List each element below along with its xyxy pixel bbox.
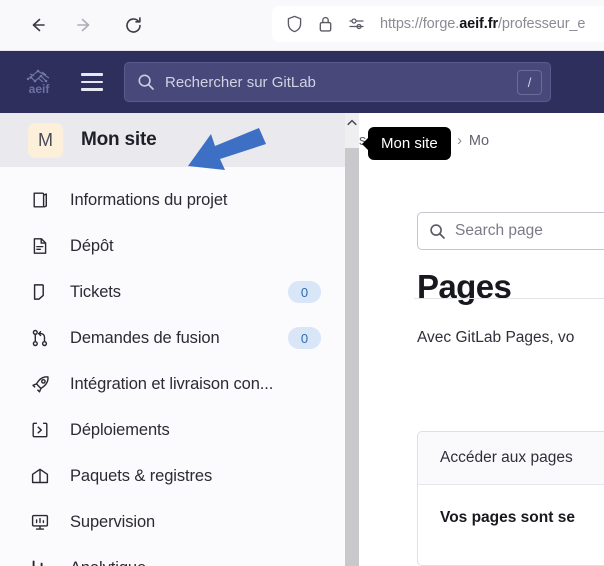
sidebar-item-label: Paquets & registres <box>70 466 213 485</box>
sidebar-scrollbar[interactable] <box>345 113 359 566</box>
sidebar-item-label: Informations du projet <box>70 190 228 209</box>
sidebar-item-merge-requests[interactable]: Demandes de fusion 0 <box>0 315 345 361</box>
chevron-up-icon <box>347 113 357 131</box>
sidebar-item-repository[interactable]: Dépôt <box>0 223 345 269</box>
scrollbar-thumb[interactable] <box>345 148 359 566</box>
sidebar-item-label: Intégration et livraison con... <box>70 374 274 393</box>
rocket-icon <box>28 372 52 396</box>
project-name: Mon site <box>81 129 157 150</box>
breadcrumb-project[interactable]: Mo <box>469 133 489 149</box>
sidebar-item-analytics[interactable]: Analytique <box>0 545 345 566</box>
global-search-input[interactable]: Rechercher sur GitLab / <box>124 62 551 102</box>
search-icon <box>429 223 446 240</box>
main-content: seur_exemple › Mo Mon site Search page P… <box>359 113 604 566</box>
sidebar-nav-list: Informations du projet Dépôt Tickets 0 D… <box>0 167 345 566</box>
sidebar-item-label: Tickets <box>70 282 121 301</box>
lock-icon[interactable] <box>315 14 335 34</box>
sidebar-project-header[interactable]: M Mon site <box>0 113 345 167</box>
repository-icon <box>28 234 52 258</box>
scrollbar-track[interactable] <box>345 130 359 148</box>
sidebar-item-monitor[interactable]: Supervision <box>0 499 345 545</box>
project-tooltip: Mon site <box>362 127 451 160</box>
monitor-icon <box>28 510 52 534</box>
scrollbar-up-button[interactable] <box>345 113 359 130</box>
page-description: Avec GitLab Pages, vo <box>417 329 575 346</box>
sidebar-item-label: Déploiements <box>70 420 170 439</box>
navigation-buttons <box>22 7 148 43</box>
url-prefix: https://forge. <box>380 16 460 32</box>
address-bar[interactable]: https://forge.aeif.fr/professeur_e <box>272 6 604 42</box>
sidebar-item-ci-cd[interactable]: Intégration et livraison con... <box>0 361 345 407</box>
back-arrow-icon <box>27 15 47 35</box>
status-badge: 0 <box>288 327 321 349</box>
global-search-placeholder: Rechercher sur GitLab <box>165 73 316 91</box>
site-permissions-icon[interactable] <box>346 14 366 34</box>
search-shortcut-badge: / <box>517 69 542 95</box>
project-avatar: M <box>28 122 63 158</box>
card-body-text: Vos pages sont se <box>440 509 575 526</box>
project-sidebar: M Mon site Informations du projet Dépôt … <box>0 113 345 566</box>
sidebar-item-label: Analytique <box>70 559 321 566</box>
search-icon <box>137 73 155 91</box>
svg-text:aeif: aeif <box>29 82 51 96</box>
url-text: https://forge.aeif.fr/professeur_e <box>380 16 585 32</box>
breadcrumb-separator: › <box>457 133 462 149</box>
reload-icon <box>123 15 144 36</box>
pages-access-card: Accéder aux pages Vos pages sont se <box>417 431 604 566</box>
gitlab-top-bar: aeif Rechercher sur GitLab / <box>0 51 604 113</box>
sidebar-item-project-information[interactable]: Informations du projet <box>0 177 345 223</box>
project-information-icon <box>28 188 52 212</box>
analytics-icon <box>28 556 52 566</box>
forward-button[interactable] <box>70 10 100 40</box>
sidebar-item-issues[interactable]: Tickets 0 <box>0 269 345 315</box>
browser-window: https://forge.aeif.fr/professeur_e aeif <box>0 0 604 566</box>
aeif-logo-icon[interactable]: aeif <box>22 65 56 99</box>
sidebar-item-label: Supervision <box>70 512 156 531</box>
search-page-placeholder: Search page <box>455 222 543 239</box>
browser-toolbar: https://forge.aeif.fr/professeur_e <box>0 0 604 51</box>
forward-arrow-icon <box>75 15 95 35</box>
deployments-icon <box>28 418 52 442</box>
back-button[interactable] <box>22 10 52 40</box>
sidebar-item-label: Dépôt <box>70 236 114 255</box>
shield-icon[interactable] <box>284 14 304 34</box>
merge-requests-icon <box>28 326 52 350</box>
card-header: Accéder aux pages <box>418 432 604 485</box>
search-page-input[interactable]: Search page <box>417 212 604 250</box>
sidebar-item-label: Demandes de fusion <box>70 328 220 347</box>
hamburger-menu-icon[interactable] <box>76 66 108 98</box>
url-suffix: /professeur_e <box>498 16 586 32</box>
sidebar-item-packages-registries[interactable]: Paquets & registres <box>0 453 345 499</box>
issues-icon <box>28 280 52 304</box>
url-domain: aeif.fr <box>459 16 498 32</box>
sidebar-item-deployments[interactable]: Déploiements <box>0 407 345 453</box>
divider <box>414 298 604 299</box>
reload-button[interactable] <box>118 10 148 40</box>
status-badge: 0 <box>288 281 321 303</box>
package-icon <box>28 464 52 488</box>
page-title: Pages <box>417 268 512 305</box>
